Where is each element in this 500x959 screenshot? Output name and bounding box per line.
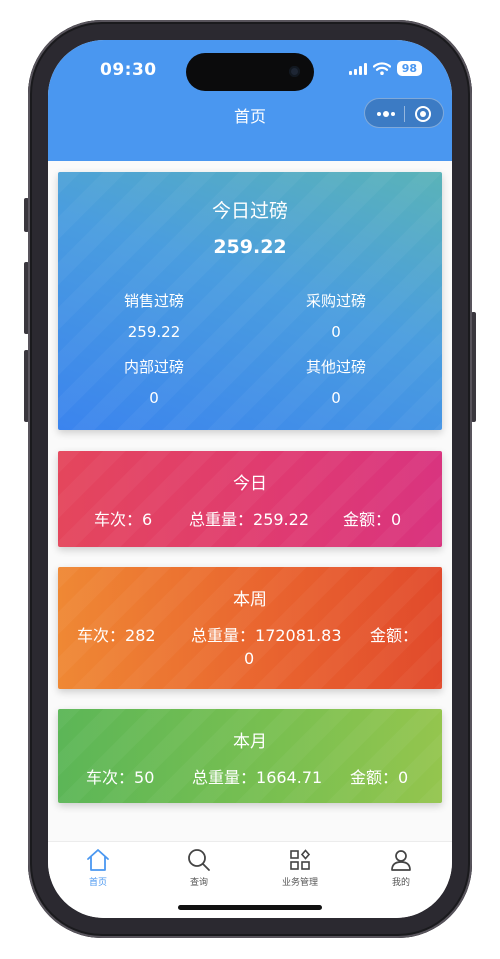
amount-value: 0 bbox=[398, 768, 409, 787]
mini-program-capsule[interactable] bbox=[364, 98, 444, 128]
user-icon bbox=[391, 850, 411, 871]
trips-value: 6 bbox=[142, 510, 153, 529]
trips-label: 车次： bbox=[86, 768, 135, 787]
other-weighing-label: 其他过磅 bbox=[305, 358, 366, 376]
today-weighing-card[interactable]: 今日过磅 259.22 销售过磅 259.22 采购过磅 0 内部过磅 0 其他… bbox=[58, 172, 442, 430]
week-amount-value: 0 bbox=[244, 649, 255, 668]
weight-label: 总重量： bbox=[191, 626, 256, 645]
week-amount-label: 金额： bbox=[370, 626, 419, 645]
weight-value: 259.22 bbox=[253, 510, 309, 529]
week-weight: 总重量：172081.83 bbox=[191, 622, 342, 646]
home-indicator bbox=[178, 905, 322, 910]
status-time: 09:30 bbox=[100, 60, 157, 80]
today-weighing-title: 今日过磅 bbox=[211, 200, 288, 222]
capsule-divider bbox=[404, 106, 405, 122]
dynamic-island bbox=[186, 53, 314, 91]
amount-label: 金额： bbox=[343, 510, 392, 529]
trips-label: 车次： bbox=[77, 626, 126, 645]
week-stats-title: 本周 bbox=[233, 590, 267, 610]
weight-value: 172081.83 bbox=[255, 626, 342, 645]
today-weight: 总重量：259.22 bbox=[189, 506, 309, 530]
app-header: 09:30 98 首页 bbox=[48, 40, 452, 161]
wifi-icon bbox=[372, 62, 391, 75]
month-trips: 车次：50 bbox=[86, 764, 154, 788]
home-icon bbox=[87, 849, 109, 871]
purchase-weighing-value: 0 bbox=[331, 323, 341, 341]
week-stats-card[interactable]: 本周 车次：282 总重量：172081.83 金额： 0 bbox=[58, 567, 442, 689]
tab-business-label: 业务管理 bbox=[281, 878, 318, 888]
today-weighing-total: 259.22 bbox=[213, 236, 287, 258]
sales-weighing-value: 259.22 bbox=[127, 323, 181, 341]
trips-value: 282 bbox=[125, 626, 156, 645]
sales-weighing-label: 销售过磅 bbox=[123, 292, 184, 310]
internal-weighing-value: 0 bbox=[149, 389, 159, 407]
weight-label: 总重量： bbox=[192, 768, 257, 787]
tab-mine[interactable]: 我的 bbox=[361, 847, 441, 888]
amount-label: 金额： bbox=[350, 768, 399, 787]
amount-value: 0 bbox=[391, 510, 402, 529]
signal-icon bbox=[348, 62, 367, 75]
phone-screen: 09:30 98 首页 今日过磅 259.22 销售过磅 259.22 采购过磅… bbox=[48, 40, 452, 918]
month-stats-title: 本月 bbox=[233, 732, 267, 752]
close-target-icon[interactable] bbox=[414, 105, 432, 123]
tab-mine-label: 我的 bbox=[391, 878, 410, 888]
grid-icon bbox=[290, 849, 311, 870]
tab-query-label: 查询 bbox=[189, 878, 208, 888]
tab-home-label: 首页 bbox=[88, 878, 107, 888]
weight-value: 1664.71 bbox=[256, 768, 323, 787]
other-weighing-value: 0 bbox=[331, 389, 341, 407]
trips-value: 50 bbox=[134, 768, 155, 787]
month-weight: 总重量：1664.71 bbox=[192, 764, 322, 788]
weight-label: 总重量： bbox=[189, 510, 254, 529]
today-amount: 金额：0 bbox=[343, 506, 401, 530]
tab-query[interactable]: 查询 bbox=[159, 847, 239, 888]
month-amount: 金额：0 bbox=[350, 764, 408, 788]
internal-weighing-label: 内部过磅 bbox=[123, 358, 184, 376]
month-stats-card[interactable]: 本月 车次：50 总重量：1664.71 金额：0 bbox=[58, 709, 442, 803]
tab-home[interactable]: 首页 bbox=[58, 847, 138, 888]
trips-label: 车次： bbox=[94, 510, 143, 529]
battery-indicator: 98 bbox=[396, 61, 422, 76]
main-content: 今日过磅 259.22 销售过磅 259.22 采购过磅 0 内部过磅 0 其他… bbox=[48, 161, 452, 841]
today-trips: 车次：6 bbox=[94, 506, 152, 530]
today-stats-card[interactable]: 今日 车次：6 总重量：259.22 金额：0 bbox=[58, 451, 442, 547]
tab-business[interactable]: 业务管理 bbox=[260, 847, 340, 888]
week-trips: 车次：282 bbox=[77, 622, 156, 646]
status-icons: 98 bbox=[348, 61, 422, 76]
today-stats-title: 今日 bbox=[233, 474, 267, 494]
purchase-weighing-label: 采购过磅 bbox=[305, 292, 366, 310]
camera-icon bbox=[289, 66, 300, 77]
search-icon bbox=[188, 849, 210, 871]
more-icon[interactable] bbox=[375, 107, 397, 121]
